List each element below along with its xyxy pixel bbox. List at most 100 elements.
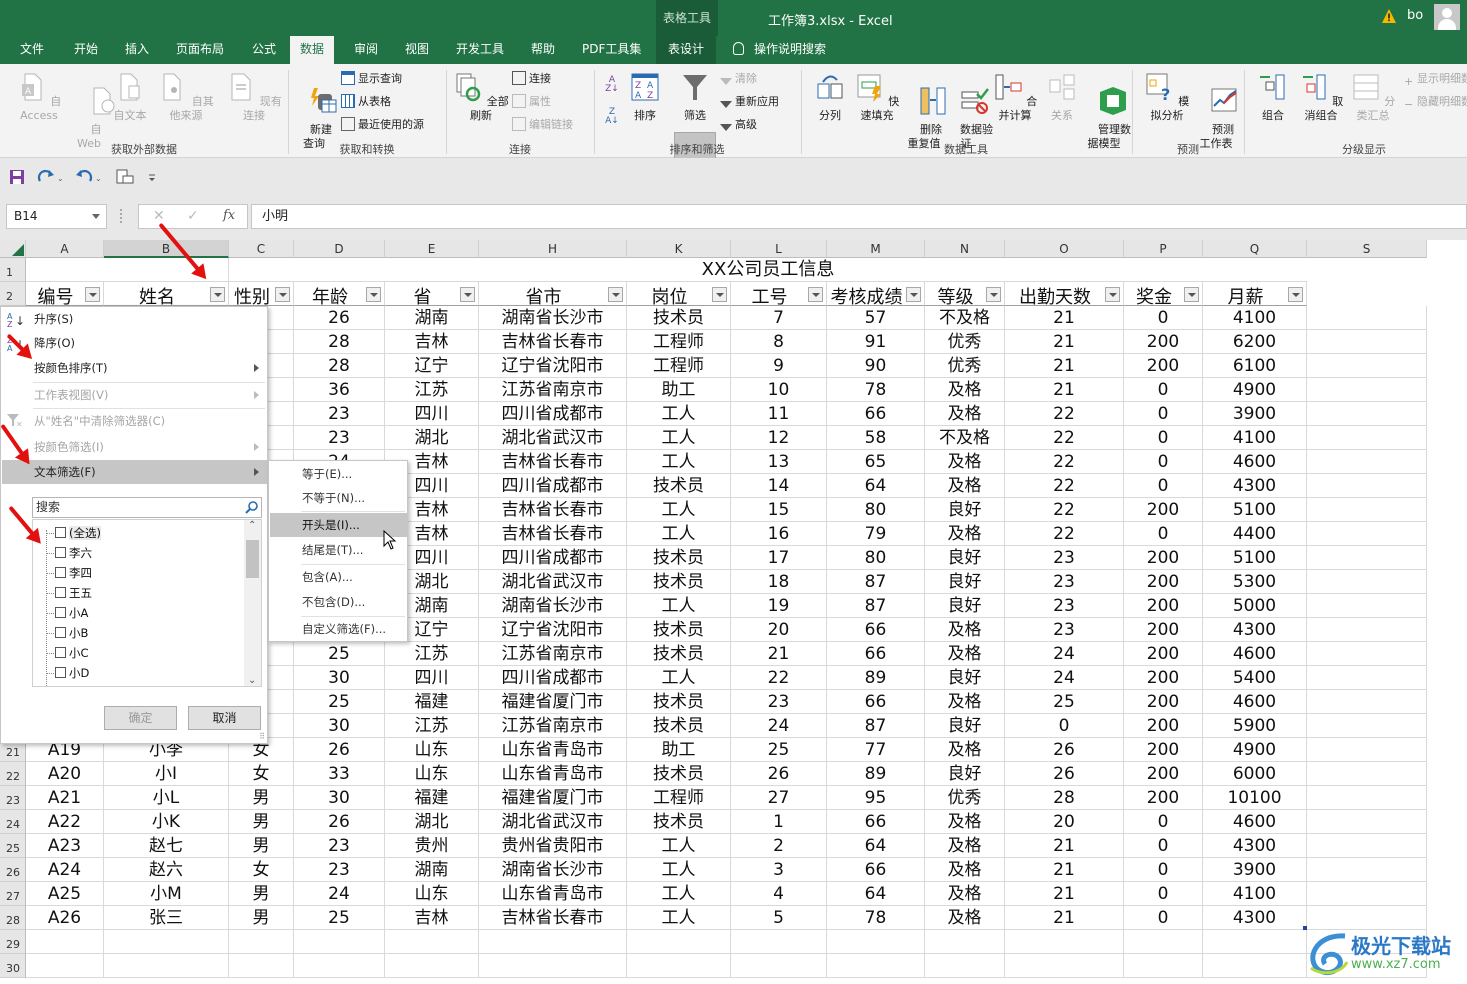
properties-button[interactable]: 属性 — [512, 92, 551, 112]
cell[interactable]: 工人 — [627, 882, 731, 906]
cell[interactable]: 技术员 — [627, 714, 731, 738]
cell[interactable]: 四川省成都市 — [479, 402, 627, 426]
cell[interactable]: 4900 — [1203, 378, 1307, 402]
cell[interactable]: 吉林 — [385, 330, 479, 354]
cell[interactable]: A26 — [26, 906, 104, 930]
cell[interactable]: 女 — [229, 762, 294, 786]
cell[interactable]: 张三 — [104, 906, 229, 930]
cell[interactable]: 64 — [827, 474, 925, 498]
cell[interactable]: 技术员 — [627, 690, 731, 714]
cell[interactable] — [1124, 954, 1203, 978]
cell[interactable] — [1307, 906, 1427, 930]
cell[interactable]: 80 — [827, 546, 925, 570]
cell[interactable]: 吉林省长春市 — [479, 498, 627, 522]
consolidate-button[interactable]: 合并计算 — [988, 72, 1042, 123]
cell[interactable]: 80 — [827, 498, 925, 522]
cell[interactable]: 5100 — [1203, 546, 1307, 570]
cell[interactable]: 64 — [827, 882, 925, 906]
column-header-s[interactable]: S — [1307, 240, 1427, 258]
cell[interactable]: 福建省厦门市 — [479, 786, 627, 810]
cell[interactable]: 湖南省长沙市 — [479, 858, 627, 882]
filter-dropdown-e[interactable] — [460, 287, 475, 302]
cell[interactable] — [1307, 450, 1427, 474]
cell[interactable]: 77 — [827, 738, 925, 762]
filter-dropdown-q[interactable] — [1288, 287, 1303, 302]
cell[interactable]: 0 — [1124, 834, 1203, 858]
filter-dropdown-b[interactable] — [210, 287, 225, 302]
cell[interactable]: 26 — [294, 738, 385, 762]
filter-dropdown-p[interactable] — [1184, 287, 1199, 302]
cell[interactable]: 小K — [104, 810, 229, 834]
cell[interactable]: 22 — [1005, 474, 1124, 498]
cell[interactable]: 200 — [1124, 786, 1203, 810]
cell[interactable]: 87 — [827, 570, 925, 594]
filter-dropdown-m[interactable] — [906, 287, 921, 302]
cell[interactable]: 28 — [1005, 786, 1124, 810]
filter-list-item[interactable]: 王五 — [46, 583, 92, 603]
cell[interactable]: 女 — [229, 858, 294, 882]
checkbox[interactable] — [55, 627, 66, 638]
cell[interactable] — [229, 930, 294, 954]
cell[interactable]: 2 — [731, 834, 827, 858]
cell[interactable] — [26, 930, 104, 954]
cell[interactable]: 湖南省长沙市 — [479, 306, 627, 330]
cell[interactable]: 优秀 — [925, 330, 1005, 354]
row-header[interactable]: 30 — [0, 954, 26, 978]
cell[interactable]: 66 — [827, 618, 925, 642]
table-header-cell[interactable]: 编号 — [26, 282, 104, 308]
cell[interactable]: 江苏省南京市 — [479, 714, 627, 738]
ok-button[interactable]: 确定 — [104, 706, 177, 730]
tab-view[interactable]: 视图 — [403, 36, 431, 64]
cell[interactable]: 5000 — [1203, 594, 1307, 618]
filter-dropdown-c[interactable] — [275, 287, 290, 302]
cell[interactable]: 技术员 — [627, 618, 731, 642]
cell[interactable]: 湖北 — [385, 810, 479, 834]
filter-list-item[interactable]: 李六 — [46, 543, 92, 563]
column-header-l[interactable]: L — [731, 240, 827, 258]
cell[interactable]: 91 — [827, 330, 925, 354]
cell[interactable]: 吉林省长春市 — [479, 330, 627, 354]
cell[interactable]: 21 — [1005, 378, 1124, 402]
cell[interactable]: 助工 — [627, 378, 731, 402]
cell[interactable] — [385, 930, 479, 954]
cell[interactable]: 吉林省长春市 — [479, 906, 627, 930]
cell[interactable]: 200 — [1124, 690, 1203, 714]
cell[interactable]: 4100 — [1203, 306, 1307, 330]
cell[interactable]: 0 — [1124, 858, 1203, 882]
cell[interactable]: 21 — [731, 642, 827, 666]
cell[interactable]: 28 — [294, 330, 385, 354]
from-table-button[interactable]: 从表格 — [341, 92, 391, 112]
cell[interactable]: 4 — [731, 882, 827, 906]
cell[interactable]: 22 — [731, 666, 827, 690]
cell[interactable]: 良好 — [925, 762, 1005, 786]
cell[interactable]: 及格 — [925, 858, 1005, 882]
menu-sort-descending[interactable]: 降序(O) — [2, 331, 267, 355]
cell[interactable]: 四川省成都市 — [479, 666, 627, 690]
cell[interactable]: 23 — [1005, 618, 1124, 642]
column-header-q[interactable]: Q — [1203, 240, 1307, 258]
cell[interactable]: 4600 — [1203, 690, 1307, 714]
checkbox[interactable] — [55, 567, 66, 578]
cell[interactable]: 23 — [1005, 546, 1124, 570]
cell[interactable] — [827, 930, 925, 954]
cell[interactable]: 4600 — [1203, 642, 1307, 666]
tab-home[interactable]: 开始 — [72, 36, 100, 64]
cell[interactable] — [731, 930, 827, 954]
clear-filter-button[interactable]: 清除 — [720, 69, 757, 89]
cell[interactable] — [1307, 498, 1427, 522]
column-header-o[interactable]: O — [1005, 240, 1124, 258]
cell[interactable]: 23 — [294, 858, 385, 882]
cell[interactable]: 及格 — [925, 738, 1005, 762]
cell[interactable]: 赵七 — [104, 834, 229, 858]
cell[interactable]: 技术员 — [627, 642, 731, 666]
sheet-title-cell[interactable]: XX公司员工信息 — [229, 258, 1307, 282]
cell[interactable]: 25 — [1005, 690, 1124, 714]
cell[interactable]: 23 — [731, 690, 827, 714]
cell[interactable]: 0 — [1124, 810, 1203, 834]
cell[interactable]: 四川省成都市 — [479, 474, 627, 498]
advanced-filter-button[interactable]: 高级 — [720, 115, 757, 135]
cell[interactable] — [1307, 354, 1427, 378]
cell[interactable] — [1307, 762, 1427, 786]
cell[interactable]: 25 — [294, 642, 385, 666]
cell[interactable]: 湖北省武汉市 — [479, 810, 627, 834]
